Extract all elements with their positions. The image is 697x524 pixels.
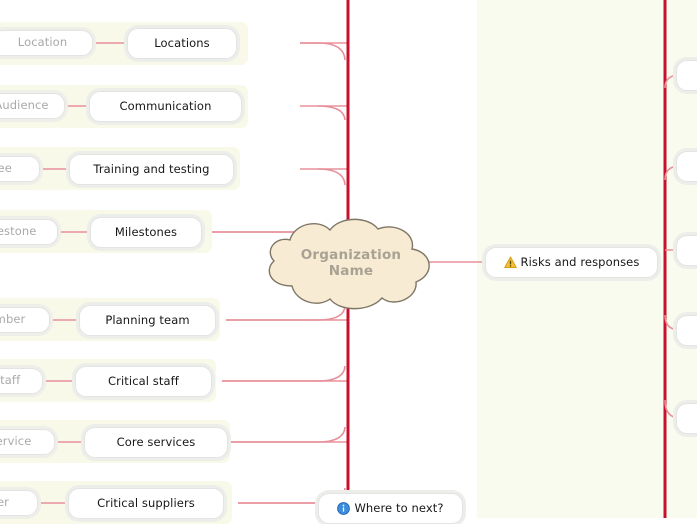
- node-label: er: [0, 495, 9, 510]
- node-label: Critical suppliers: [97, 495, 195, 510]
- node-milestone-ghost[interactable]: lestone: [0, 219, 58, 245]
- node-core-services[interactable]: Core services: [84, 427, 228, 458]
- node-service-ghost[interactable]: ervice: [0, 429, 55, 455]
- node-label: Critical staff: [108, 373, 179, 388]
- node-label: lestone: [0, 224, 37, 239]
- info-icon: [337, 502, 351, 515]
- node-label: nee: [0, 161, 12, 176]
- offscreen-node-4[interactable]: [676, 315, 697, 346]
- node-label: ervice: [0, 434, 32, 449]
- offscreen-node-3[interactable]: [676, 235, 697, 266]
- warning-icon: [503, 256, 517, 269]
- node-label: mber: [0, 312, 26, 327]
- node-risks-and-responses[interactable]: Risks and responses: [485, 247, 658, 278]
- node-label: Milestones: [114, 224, 178, 239]
- node-label: Where to next?: [354, 500, 444, 515]
- offscreen-node-2[interactable]: [676, 151, 697, 182]
- node-milestones[interactable]: Milestones: [90, 217, 202, 248]
- node-label: Staff: [0, 373, 21, 388]
- node-where-to-next[interactable]: Where to next?: [318, 493, 463, 524]
- center-node-text: Organization Name: [256, 216, 446, 311]
- node-label: Planning team: [105, 312, 190, 327]
- node-staff-ghost[interactable]: Staff: [0, 368, 43, 394]
- node-label: Location: [17, 35, 68, 50]
- node-critical-staff[interactable]: Critical staff: [75, 366, 212, 397]
- mindmap-canvas: Location Audience nee lestone mber Staff…: [0, 0, 697, 524]
- offscreen-node-5[interactable]: [676, 403, 697, 434]
- node-supplier-ghost[interactable]: er: [0, 490, 38, 516]
- center-node-cloud[interactable]: Organization Name: [256, 216, 446, 311]
- node-label: Core services: [116, 434, 196, 449]
- node-label: Communication: [119, 98, 212, 113]
- node-team-member-ghost[interactable]: mber: [0, 307, 50, 333]
- node-label: Audience: [0, 98, 49, 113]
- center-node-line2: Name: [328, 262, 374, 279]
- node-trainee-ghost[interactable]: nee: [0, 156, 40, 182]
- node-critical-suppliers[interactable]: Critical suppliers: [68, 488, 224, 519]
- node-label: Locations: [154, 35, 210, 50]
- node-label: Risks and responses: [520, 254, 640, 269]
- node-training-and-testing[interactable]: Training and testing: [69, 154, 234, 185]
- node-location-ghost[interactable]: Location: [0, 30, 93, 56]
- node-audience-ghost[interactable]: Audience: [0, 93, 65, 119]
- node-label: Training and testing: [93, 161, 210, 176]
- center-node-line1: Organization: [300, 246, 402, 263]
- node-planning-team[interactable]: Planning team: [79, 305, 216, 336]
- node-communication[interactable]: Communication: [89, 91, 242, 122]
- offscreen-node-1[interactable]: [676, 60, 697, 91]
- node-locations[interactable]: Locations: [127, 28, 237, 59]
